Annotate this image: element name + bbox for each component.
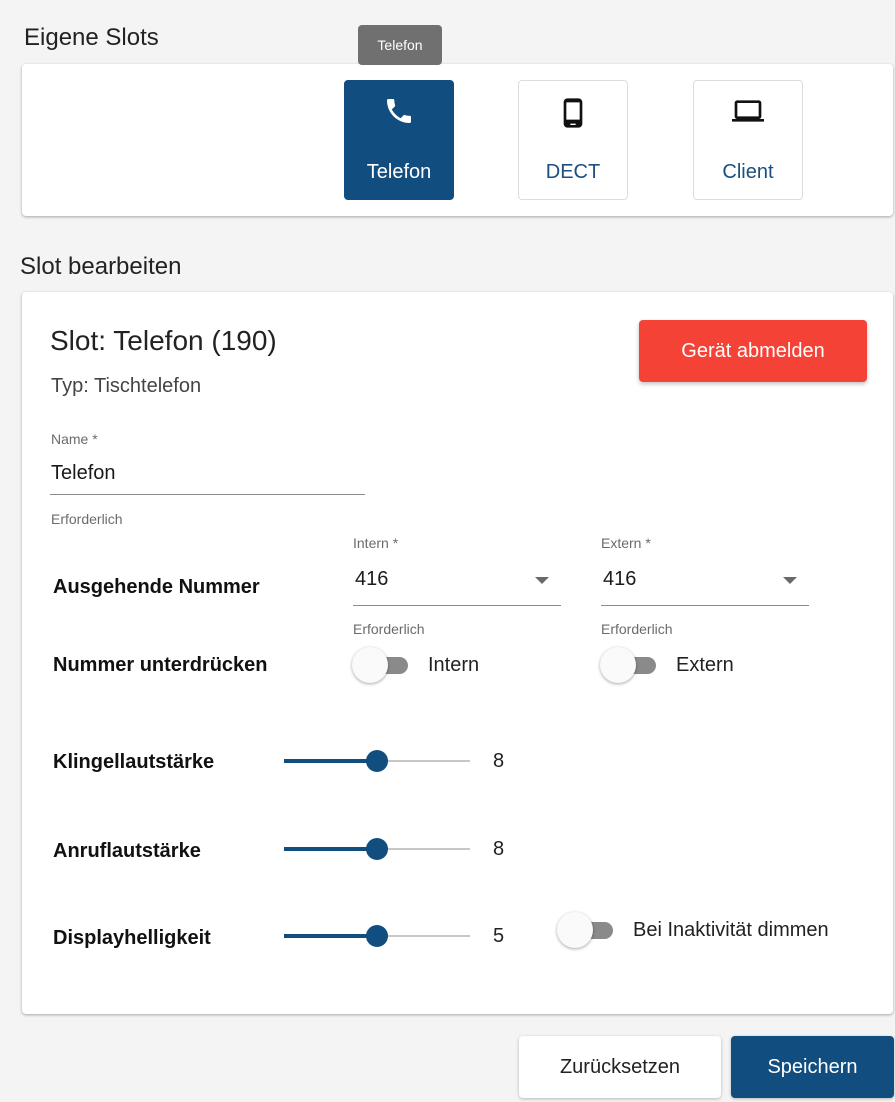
- suppress-extern-label: Extern: [676, 654, 734, 676]
- slider-thumb[interactable]: [366, 838, 388, 860]
- slot-title: Slot: Telefon (190): [50, 325, 277, 356]
- toggle-thumb: [557, 912, 593, 948]
- slot-type: Typ: Tischtelefon: [51, 375, 202, 397]
- name-field-underline: [50, 494, 365, 495]
- dim-inactive-label: Bei Inaktivität dimmen: [633, 919, 829, 941]
- call-volume-slider[interactable]: [284, 834, 470, 864]
- outgoing-number-label: Ausgehende Nummer: [53, 576, 260, 598]
- slot-button-client[interactable]: Client: [693, 80, 803, 200]
- intern-select-hint: Erforderlich: [353, 621, 425, 637]
- name-field[interactable]: Telefon: [51, 462, 116, 485]
- extern-select-hint: Erforderlich: [601, 621, 673, 637]
- mobile-icon: [519, 95, 627, 131]
- save-button[interactable]: Speichern: [731, 1036, 894, 1098]
- name-field-hint: Erforderlich: [51, 511, 123, 527]
- phone-icon: [345, 95, 453, 127]
- ring-volume-slider[interactable]: [284, 746, 470, 776]
- slot-button-label: Client: [722, 161, 774, 183]
- slot-button-telefon[interactable]: Telefon: [344, 80, 454, 200]
- suppress-number-label: Nummer unterdrücken: [53, 654, 268, 676]
- logout-device-button[interactable]: Gerät abmelden: [639, 320, 867, 382]
- dim-inactive-toggle[interactable]: [557, 912, 619, 948]
- extern-select-underline: [601, 605, 809, 606]
- intern-select[interactable]: 416: [355, 568, 388, 591]
- chevron-down-icon[interactable]: [783, 577, 797, 584]
- intern-select-underline: [353, 605, 561, 606]
- ring-volume-label: Klingellautstärke: [53, 751, 215, 773]
- name-field-label: Name *: [51, 431, 98, 447]
- suppress-intern-label: Intern: [428, 654, 480, 676]
- call-volume-value: 8: [493, 838, 505, 860]
- ring-volume-value: 8: [493, 750, 505, 772]
- toggle-thumb: [352, 647, 388, 683]
- display-brightness-value: 5: [493, 925, 505, 947]
- extern-select-label: Extern *: [601, 535, 651, 551]
- edit-slot-card: [22, 292, 893, 1014]
- suppress-extern-toggle[interactable]: [600, 647, 662, 683]
- display-brightness-label: Displayhelligkeit: [53, 927, 211, 949]
- tooltip: Telefon: [358, 25, 442, 65]
- suppress-intern-toggle[interactable]: [352, 647, 414, 683]
- intern-select-label: Intern *: [353, 535, 399, 551]
- slider-thumb[interactable]: [366, 750, 388, 772]
- section-title-edit-slot: Slot bearbeiten: [20, 253, 182, 280]
- laptop-icon: [694, 95, 802, 127]
- slot-button-label: Telefon: [366, 161, 432, 183]
- section-title-own-slots: Eigene Slots: [24, 24, 159, 51]
- extern-select[interactable]: 416: [603, 568, 636, 591]
- chevron-down-icon[interactable]: [535, 577, 549, 584]
- slider-fill: [284, 934, 377, 938]
- slider-fill: [284, 847, 377, 851]
- display-brightness-slider[interactable]: [284, 921, 470, 951]
- call-volume-label: Anruflautstärke: [53, 840, 201, 862]
- reset-button[interactable]: Zurücksetzen: [519, 1036, 721, 1098]
- slot-button-dect[interactable]: DECT: [518, 80, 628, 200]
- slot-button-label: DECT: [545, 161, 601, 183]
- toggle-thumb: [600, 647, 636, 683]
- slider-fill: [284, 759, 377, 763]
- slider-thumb[interactable]: [366, 925, 388, 947]
